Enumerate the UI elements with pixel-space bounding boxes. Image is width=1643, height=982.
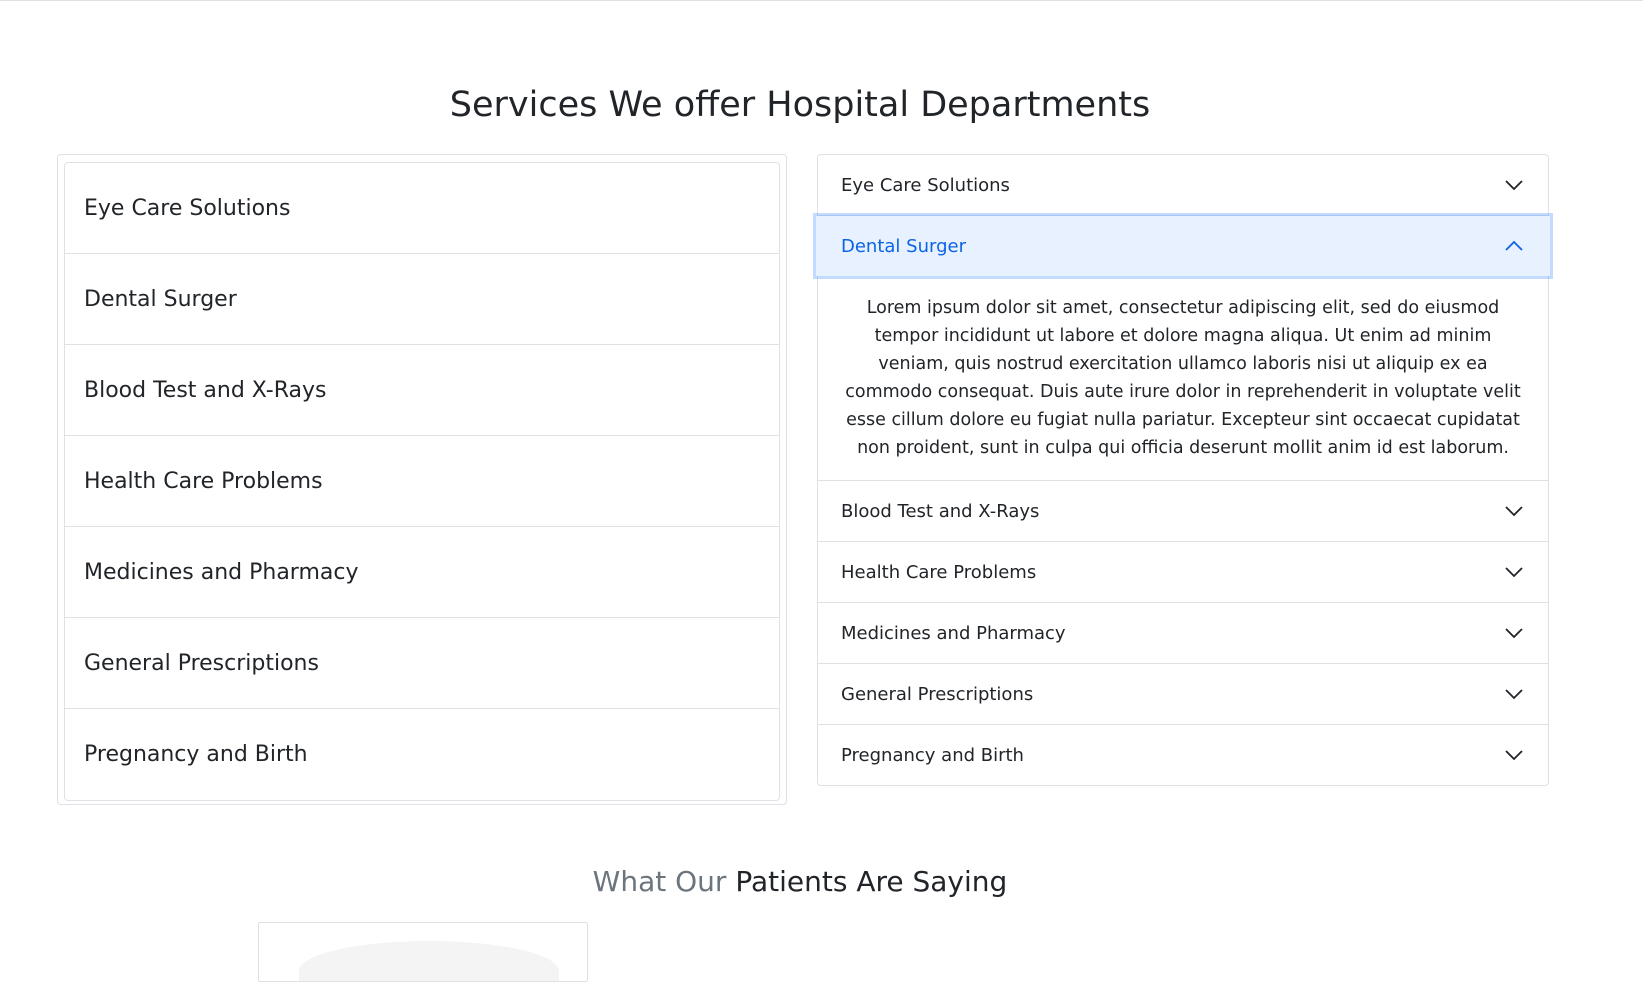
accordion-label: Pregnancy and Birth <box>841 744 1024 766</box>
accordion-header-blood-test[interactable]: Blood Test and X-Rays <box>818 481 1548 541</box>
accordion-header-medicines[interactable]: Medicines and Pharmacy <box>818 603 1548 663</box>
accordion-label: Dental Surger <box>841 235 966 257</box>
testimonials-title: What Our Patients Are Saying <box>0 862 1600 902</box>
chevron-down-icon <box>1505 506 1523 517</box>
accordion-label: Eye Care Solutions <box>841 174 1010 196</box>
accordion-header-health-care[interactable]: Health Care Problems <box>818 542 1548 602</box>
section-title: Services We offer Hospital Departments <box>449 85 1151 125</box>
testimonials-title-strong: Patients Are Saying <box>735 865 1008 898</box>
departments-list: Eye Care Solutions Dental Surger Blood T… <box>64 162 780 801</box>
accordion-label: Medicines and Pharmacy <box>841 622 1066 644</box>
list-item-dental-surgery[interactable]: Dental Surger <box>65 254 779 345</box>
testimonials-title-muted: What Our <box>592 865 727 898</box>
departments-list-container: Eye Care Solutions Dental Surger Blood T… <box>57 154 787 805</box>
accordion-item-dental-surgery: Dental Surger Lorem ipsum dolor sit amet… <box>816 216 1550 481</box>
departments-accordion: Eye Care Solutions Dental Surger Lorem i… <box>816 154 1550 786</box>
accordion-label: Health Care Problems <box>841 561 1037 583</box>
accordion-item-pregnancy: Pregnancy and Birth <box>818 725 1548 785</box>
list-item-pregnancy[interactable]: Pregnancy and Birth <box>65 709 779 800</box>
chevron-down-icon <box>1505 567 1523 578</box>
list-item-prescriptions[interactable]: General Prescriptions <box>65 618 779 709</box>
accordion-header-pregnancy[interactable]: Pregnancy and Birth <box>818 725 1548 785</box>
accordion-header-dental-surgery[interactable]: Dental Surger <box>816 216 1550 276</box>
accordion-item-medicines: Medicines and Pharmacy <box>818 603 1548 664</box>
accordion-item-blood-test: Blood Test and X-Rays <box>818 481 1548 542</box>
accordion-header-eye-care[interactable]: Eye Care Solutions <box>818 155 1548 215</box>
chevron-down-icon <box>1505 628 1523 639</box>
chevron-down-icon <box>1505 750 1523 761</box>
testimonial-card <box>258 922 588 982</box>
accordion-label: Blood Test and X-Rays <box>841 500 1040 522</box>
list-item-health-care[interactable]: Health Care Problems <box>65 436 779 527</box>
accordion-item-prescriptions: General Prescriptions <box>818 664 1548 725</box>
accordion-item-eye-care: Eye Care Solutions <box>818 155 1548 216</box>
accordion-item-health-care: Health Care Problems <box>818 542 1548 603</box>
list-item-eye-care[interactable]: Eye Care Solutions <box>65 163 779 254</box>
top-divider <box>0 0 1643 1</box>
accordion-header-prescriptions[interactable]: General Prescriptions <box>818 664 1548 724</box>
chevron-down-icon <box>1505 689 1523 700</box>
testimonial-image <box>299 941 559 981</box>
accordion-body-dental-surgery: Lorem ipsum dolor sit amet, consectetur … <box>845 298 1521 458</box>
list-item-medicines[interactable]: Medicines and Pharmacy <box>65 527 779 618</box>
accordion-label: General Prescriptions <box>841 683 1034 705</box>
chevron-down-icon <box>1505 180 1523 191</box>
chevron-up-icon <box>1505 240 1523 251</box>
list-item-blood-test[interactable]: Blood Test and X-Rays <box>65 345 779 436</box>
